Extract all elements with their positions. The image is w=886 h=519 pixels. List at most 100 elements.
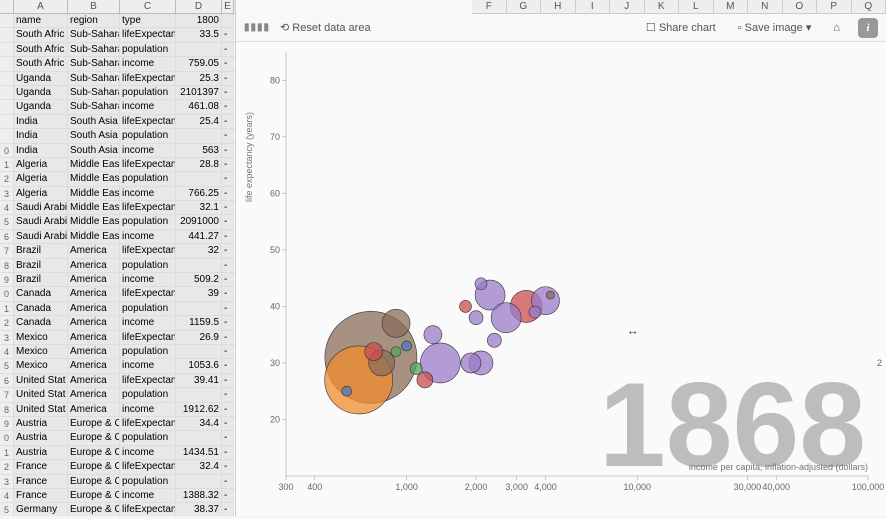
bubble-australia[interactable]: Australia: [546, 291, 554, 299]
table-row[interactable]: 3FranceEurope & Cpopulation-: [0, 475, 235, 489]
table-row[interactable]: South AfricSub-SaharalifeExpectan33.5-: [0, 28, 235, 42]
table-row[interactable]: 9AustriaEurope & ClifeExpectan34.4-: [0, 417, 235, 431]
chart-area[interactable]: 1868203040506070803004001,0002,0003,0004…: [236, 42, 886, 516]
table-row[interactable]: 2FranceEurope & ClifeExpectan32.4-: [0, 460, 235, 474]
svg-text:1,000: 1,000: [395, 482, 418, 492]
table-row[interactable]: UgandaSub-Saharaincome461.08-: [0, 100, 235, 114]
svg-text:400: 400: [307, 482, 322, 492]
table-row[interactable]: 3AlgeriaMiddle Eastincome766.25-: [0, 187, 235, 201]
chart-panel: FGHIJKLMNOPQ ▮▮▮▮ ⟲ Reset data area ☐ Sh…: [236, 0, 886, 516]
bubble-netherlands[interactable]: Netherlands: [529, 306, 541, 318]
table-row[interactable]: 6Saudi ArabiMiddle Eastincome441.27-: [0, 230, 235, 244]
svg-text:30,000: 30,000: [734, 482, 762, 492]
col-header-n[interactable]: N: [748, 0, 783, 14]
table-row[interactable]: 7United StatAmericapopulation-: [0, 388, 235, 402]
col-header-f[interactable]: F: [472, 0, 507, 14]
bubble-austria[interactable]: Austria: [487, 333, 501, 347]
reset-button[interactable]: ⟲ Reset data area: [276, 19, 375, 36]
svg-text:life expectancy (years): life expectancy (years): [244, 112, 254, 202]
col-header-g[interactable]: G: [507, 0, 542, 14]
table-row[interactable]: 8United StatAmericaincome1912.62-: [0, 403, 235, 417]
home-icon[interactable]: ⌂: [829, 20, 844, 36]
bubble-saudi-arabia[interactable]: Saudi Arabia: [391, 347, 401, 357]
bubble-algeria[interactable]: Algeria: [410, 363, 422, 375]
svg-text:4,000: 4,000: [534, 482, 557, 492]
header-row: name region type 1800: [0, 14, 235, 28]
column-headers: A B C D E: [0, 0, 235, 14]
save-button[interactable]: ▫ Save image ▾: [734, 19, 816, 36]
table-row[interactable]: 5GermanyEurope & ClifeExpectan38.37-: [0, 503, 235, 516]
bubble-turkey[interactable]: Turkey: [424, 326, 442, 344]
info-icon[interactable]: i: [858, 18, 878, 38]
col-header-l[interactable]: L: [679, 0, 714, 14]
hdr-type[interactable]: type: [120, 14, 176, 27]
spreadsheet-panel: A B C D E name region type 1800 South Af…: [0, 0, 236, 516]
table-row[interactable]: 3MexicoAmericalifeExpectan26.9-: [0, 331, 235, 345]
col-header-d[interactable]: D: [176, 0, 222, 13]
table-row[interactable]: 0CanadaAmericalifeExpectan39-: [0, 287, 235, 301]
table-row[interactable]: 5Saudi ArabiMiddle Eastpopulation2091000…: [0, 215, 235, 229]
col-header-p[interactable]: P: [817, 0, 852, 14]
bubble-brazil[interactable]: Brazil: [365, 343, 383, 361]
table-row[interactable]: 1AustriaEurope & Cincome1434.51-: [0, 446, 235, 460]
table-row[interactable]: 4FranceEurope & Cincome1388.32-: [0, 489, 235, 503]
col-header-k[interactable]: K: [645, 0, 680, 14]
table-row[interactable]: IndiaSouth AsialifeExpectan25.4-: [0, 115, 235, 129]
bubble-canada[interactable]: Canada: [460, 300, 472, 312]
table-row[interactable]: 9BrazilAmericaincome509.2-: [0, 273, 235, 287]
bubble-ireland[interactable]: Ireland: [469, 311, 483, 325]
col-header-h[interactable]: H: [541, 0, 576, 14]
svg-text:30: 30: [270, 358, 280, 368]
svg-text:2: 2: [877, 358, 882, 368]
table-row[interactable]: 4Saudi ArabiMiddle EastlifeExpectan32.1-: [0, 201, 235, 215]
table-row[interactable]: 8BrazilAmericapopulation-: [0, 259, 235, 273]
svg-text:2,000: 2,000: [465, 482, 488, 492]
bubble-spain[interactable]: Spain: [461, 353, 481, 373]
table-row[interactable]: 6United StatAmericalifeExpectan39.41-: [0, 374, 235, 388]
table-row[interactable]: 7BrazilAmericalifeExpectan32-: [0, 244, 235, 258]
svg-text:40: 40: [270, 301, 280, 311]
svg-text:3,000: 3,000: [505, 482, 528, 492]
bubble-south-africa[interactable]: South Africa: [402, 341, 412, 351]
table-row[interactable]: 2AlgeriaMiddle Eastpopulation-: [0, 172, 235, 186]
table-row[interactable]: 0AustriaEurope & Cpopulation-: [0, 431, 235, 445]
table-row[interactable]: UgandaSub-Saharapopulation2101397-: [0, 86, 235, 100]
chart-toolbar: ▮▮▮▮ ⟲ Reset data area ☐ Share chart ▫ S…: [236, 14, 886, 42]
hdr-region[interactable]: region: [68, 14, 120, 27]
col-header-m[interactable]: M: [714, 0, 749, 14]
resize-handle-icon[interactable]: ↔: [627, 324, 639, 338]
table-row[interactable]: South AfricSub-Saharapopulation-: [0, 43, 235, 57]
bubble-mexico[interactable]: Mexico: [417, 372, 433, 388]
col-header-j[interactable]: J: [610, 0, 645, 14]
svg-text:10,000: 10,000: [624, 482, 652, 492]
bubble-japan[interactable]: Japan: [382, 309, 410, 337]
svg-text:20: 20: [270, 414, 280, 424]
svg-text:40,000: 40,000: [762, 482, 790, 492]
col-header-e[interactable]: E: [222, 0, 234, 13]
table-row[interactable]: IndiaSouth Asiapopulation-: [0, 129, 235, 143]
hdr-name[interactable]: name: [14, 14, 68, 27]
table-row[interactable]: 2CanadaAmericaincome1159.5-: [0, 316, 235, 330]
table-row[interactable]: 0IndiaSouth Asiaincome563-: [0, 144, 235, 158]
col-header-a[interactable]: A: [14, 0, 68, 13]
bubble-chart[interactable]: 1868203040506070803004001,0002,0003,0004…: [236, 42, 886, 516]
table-row[interactable]: 5MexicoAmericaincome1053.6-: [0, 359, 235, 373]
table-row[interactable]: 1AlgeriaMiddle EastlifeExpectan28.8-: [0, 158, 235, 172]
hdr-year[interactable]: 1800: [176, 14, 222, 27]
col-header-c[interactable]: C: [120, 0, 176, 13]
bubble-germany[interactable]: Germany: [491, 303, 521, 333]
table-row[interactable]: South AfricSub-Saharaincome759.05-: [0, 57, 235, 71]
bubble-sweden[interactable]: Sweden: [475, 278, 487, 290]
share-button[interactable]: ☐ Share chart: [642, 19, 720, 36]
data-rows: South AfricSub-SaharalifeExpectan33.5-So…: [0, 28, 235, 516]
svg-text:80: 80: [270, 75, 280, 85]
col-header-o[interactable]: O: [783, 0, 818, 14]
svg-text:300: 300: [278, 482, 293, 492]
col-header-q[interactable]: Q: [852, 0, 886, 14]
table-row[interactable]: UgandaSub-SaharalifeExpectan25.3-: [0, 72, 235, 86]
table-row[interactable]: 4MexicoAmericapopulation-: [0, 345, 235, 359]
col-header-i[interactable]: I: [576, 0, 611, 14]
table-row[interactable]: 1CanadaAmericapopulation-: [0, 302, 235, 316]
bubble-uganda[interactable]: Uganda: [342, 386, 352, 396]
col-header-b[interactable]: B: [68, 0, 120, 13]
